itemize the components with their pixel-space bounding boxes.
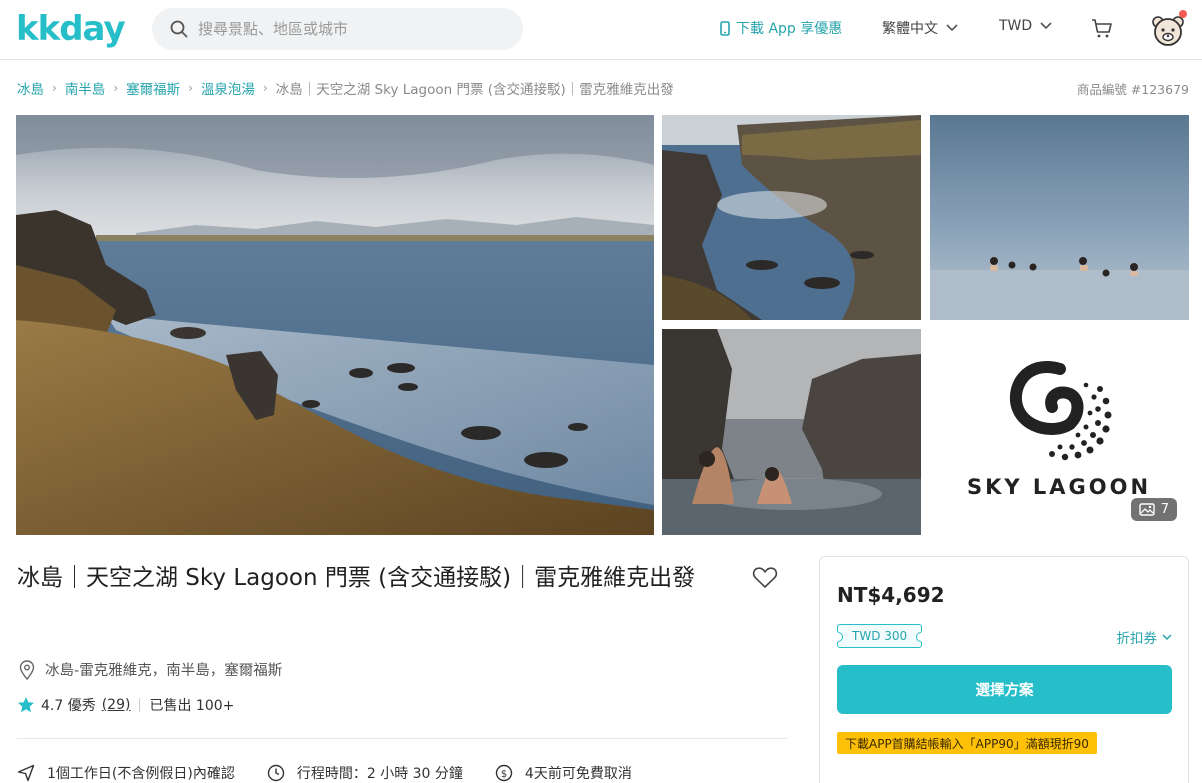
- search-icon: [170, 20, 188, 38]
- app-download-link[interactable]: 下載 App 享優惠: [720, 18, 842, 38]
- product-id: 商品編號 #123679: [1076, 82, 1189, 97]
- breadcrumb-separator-icon: ›: [113, 81, 119, 95]
- dollar-icon: $: [495, 764, 513, 782]
- gallery-photo-sky-lagoon-logo[interactable]: SKY LAGOON 7: [930, 329, 1189, 535]
- chevron-down-icon: [946, 24, 958, 32]
- discount-coupon-link[interactable]: 折扣券: [1117, 627, 1173, 647]
- rating-value: 4.7 優秀: [41, 698, 96, 714]
- breadcrumb-separator-icon: ›: [188, 81, 193, 95]
- logo-text: SKY LAGOON: [967, 475, 1151, 499]
- review-count-link[interactable]: (29): [102, 697, 131, 713]
- user-avatar[interactable]: [1148, 10, 1188, 50]
- clock-icon: [267, 764, 285, 782]
- map-pin-icon: [19, 659, 35, 680]
- logo-text[interactable]: kkday: [16, 9, 126, 49]
- photo-gallery[interactable]: SKY LAGOON 7: [16, 115, 1189, 535]
- currency-label[interactable]: TWD: [999, 18, 1032, 34]
- booking-panel: NT$4,692 TWD 300 折扣券 選擇方案 下載APP首購結帳輸入「AP…: [819, 556, 1189, 783]
- product-price: NT$4,692: [837, 583, 945, 607]
- breadcrumb: 冰島 › 南半島 › 塞爾福斯 › 溫泉泡湯 › 冰島｜天空之湖 Sky Lag…: [17, 78, 674, 98]
- photo-count-value: 7: [1160, 502, 1169, 517]
- kkday-logo[interactable]: kkday: [16, 9, 126, 49]
- photo-count-badge[interactable]: 7: [1130, 498, 1177, 521]
- divider: [139, 698, 141, 712]
- breadcrumb-separator-icon: ›: [262, 81, 268, 95]
- breadcrumb-separator-icon: ›: [52, 81, 57, 95]
- product-rating: 4.7 優秀 (29) 已售出 100+: [17, 695, 234, 715]
- phone-icon: [720, 20, 730, 36]
- location-text: 冰島-雷克雅維克，南半島，塞爾福斯: [45, 663, 283, 679]
- currency-selector[interactable]: TWD: [999, 18, 1052, 34]
- chevron-down-icon: [1162, 633, 1172, 640]
- breadcrumb-item-iceland[interactable]: 冰島: [17, 78, 44, 98]
- breadcrumb-item-hot-springs[interactable]: 溫泉泡湯: [201, 78, 255, 98]
- search-input[interactable]: [198, 20, 498, 38]
- divider: [17, 738, 787, 739]
- product-features: 1個工作日(不含例假日)內確認 行程時間：2 小時 30 分鐘 $ 4天前可免費…: [17, 763, 664, 783]
- gallery-main-photo[interactable]: [16, 115, 654, 535]
- feature-text: 4天前可免費取消: [524, 766, 632, 782]
- feature-text: 行程時間：2 小時 30 分鐘: [296, 766, 463, 782]
- cart-icon[interactable]: [1090, 16, 1114, 44]
- app-promo-banner[interactable]: 下載APP首購結帳輸入「APP90」滿額現折90: [837, 732, 1097, 754]
- discount-coupon-label[interactable]: 折扣券: [1117, 627, 1158, 647]
- gallery-photo-3[interactable]: [930, 115, 1189, 320]
- select-plan-button[interactable]: 選擇方案: [837, 665, 1172, 714]
- svg-text:$: $: [501, 769, 507, 780]
- breadcrumb-current: 冰島｜天空之湖 Sky Lagoon 門票 (含交通接駁)｜雷克雅維克出發: [275, 82, 674, 98]
- image-icon: [1139, 503, 1155, 516]
- language-selector[interactable]: 繁體中文: [882, 18, 958, 38]
- chevron-down-icon: [1040, 22, 1052, 30]
- feature-text: 1個工作日(不含例假日)內確認: [47, 766, 235, 782]
- coupon-badge[interactable]: TWD 300: [837, 624, 923, 648]
- heart-icon[interactable]: [752, 566, 778, 594]
- sold-count: 已售出 100+: [149, 698, 235, 714]
- breadcrumb-item-south-peninsula[interactable]: 南半島: [65, 78, 106, 98]
- feature-confirmation: 1個工作日(不含例假日)內確認: [17, 763, 235, 783]
- app-download-label[interactable]: 下載 App 享優惠: [736, 18, 842, 38]
- search-bar[interactable]: [152, 8, 523, 50]
- site-header: kkday 下載 App 享優惠 繁體中文 TWD: [0, 0, 1202, 60]
- star-icon: [18, 697, 34, 713]
- product-location: 冰島-雷克雅維克，南半島，塞爾福斯: [19, 659, 282, 680]
- feature-cancellation: $ 4天前可免費取消: [495, 763, 632, 783]
- send-icon: [17, 764, 35, 782]
- gallery-photo-4[interactable]: [662, 329, 921, 535]
- gallery-photo-2[interactable]: [662, 115, 921, 320]
- product-title: 冰島｜天空之湖 Sky Lagoon 門票 (含交通接駁)｜雷克雅維克出發: [17, 565, 696, 591]
- language-label[interactable]: 繁體中文: [882, 18, 938, 38]
- breadcrumb-item-selfoss[interactable]: 塞爾福斯: [126, 78, 180, 98]
- feature-duration: 行程時間：2 小時 30 分鐘: [267, 763, 463, 783]
